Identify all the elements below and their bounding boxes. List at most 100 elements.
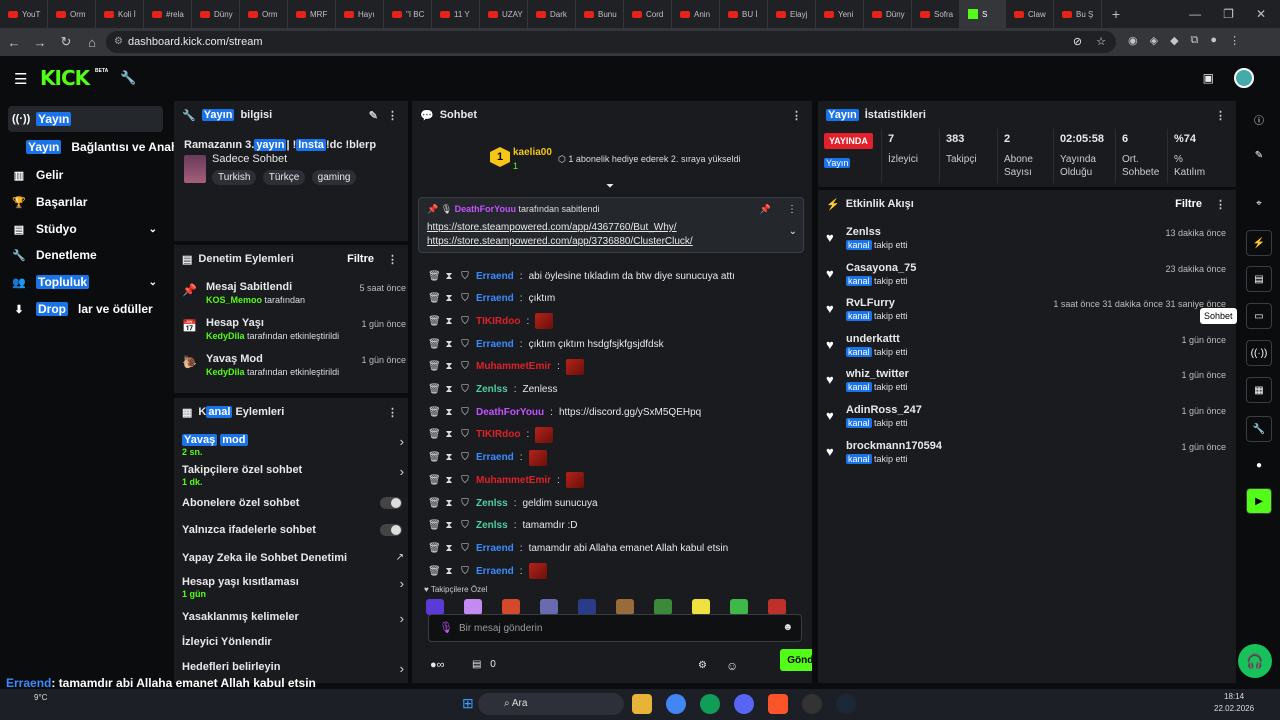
- kick-logo[interactable]: KICK: [40, 66, 90, 90]
- emote[interactable]: [578, 599, 596, 615]
- menu-icon[interactable]: ⋮: [1229, 34, 1240, 47]
- account-age-row[interactable]: Hesap yaşı kısıtlaması 1 gün ›: [182, 576, 404, 600]
- ai-moderation-row[interactable]: Yapay Zeka ile Sohbet Denetimi ↗: [182, 552, 404, 576]
- toggle[interactable]: [380, 497, 402, 509]
- browser-tab[interactable]: UZAY: [480, 0, 528, 28]
- shield-icon[interactable]: ⛉: [460, 429, 470, 440]
- subscribers-only-row[interactable]: Abonelere özel sohbet: [182, 497, 404, 521]
- mod-icon[interactable]: ▦: [1246, 377, 1272, 403]
- more-icon[interactable]: ⋮: [787, 204, 797, 215]
- maximize-icon[interactable]: ❐: [1223, 7, 1234, 21]
- new-tab-button[interactable]: +: [1102, 6, 1130, 22]
- shield-icon[interactable]: ⛉: [460, 316, 470, 327]
- trash-icon[interactable]: 🗑: [428, 339, 441, 350]
- shield-icon[interactable]: ⛉: [460, 520, 470, 531]
- discord-icon[interactable]: [734, 694, 754, 714]
- filter-button[interactable]: Filtre: [347, 253, 374, 265]
- sidebar-item-studio[interactable]: ▤ Stüdyo ⌄: [8, 216, 163, 242]
- sidebar-item-stream[interactable]: ((·)) Yayın: [8, 106, 163, 132]
- trash-icon[interactable]: 🗑: [428, 520, 441, 531]
- hamburger-icon[interactable]: ☰: [14, 70, 27, 88]
- timeout-icon[interactable]: ⧗: [444, 566, 454, 577]
- more-icon[interactable]: ⋮: [387, 109, 398, 122]
- emoji-icon[interactable]: ☻: [782, 622, 793, 633]
- brave-icon[interactable]: [768, 694, 788, 714]
- toggle[interactable]: [380, 524, 402, 536]
- browser-tab[interactable]: Dark: [528, 0, 576, 28]
- emote[interactable]: [768, 599, 786, 615]
- broadcast-icon[interactable]: ((·)): [1246, 340, 1272, 366]
- browser-tab[interactable]: Yeni: [816, 0, 864, 28]
- emote[interactable]: [692, 599, 710, 615]
- chat-input[interactable]: 🎙 Bir mesaj gönderin ☻: [428, 614, 802, 642]
- timeout-icon[interactable]: ⧗: [444, 361, 454, 372]
- banned-words-row[interactable]: Yasaklanmış kelimeler ›: [182, 611, 404, 635]
- taskbar-search[interactable]: ⌕ Ara: [478, 693, 624, 715]
- sidebar-item-community[interactable]: 👥 Topluluk ⌄: [8, 269, 163, 295]
- trash-icon[interactable]: 🗑: [428, 475, 441, 486]
- slow-mode-row[interactable]: Yavaş mod 2 sn. ›: [182, 434, 404, 458]
- trash-icon[interactable]: 🗑: [428, 498, 441, 509]
- timeout-icon[interactable]: ⧗: [444, 384, 454, 395]
- back-icon[interactable]: ←: [2, 35, 26, 50]
- timeout-icon[interactable]: ⧗: [444, 520, 454, 531]
- shield-icon[interactable]: ⛉: [460, 452, 470, 463]
- kick-icon[interactable]: ▶: [1246, 488, 1272, 514]
- chrome-icon[interactable]: [666, 694, 686, 714]
- more-icon[interactable]: ⋮: [387, 253, 398, 266]
- more-icon[interactable]: ⋮: [387, 406, 398, 419]
- browser-tab[interactable]: Düny: [864, 0, 912, 28]
- browser-tab[interactable]: BU İ: [720, 0, 768, 28]
- steam-icon[interactable]: [836, 694, 856, 714]
- timeout-icon[interactable]: ⧗: [444, 475, 454, 486]
- shield-icon[interactable]: ⛉: [460, 384, 470, 395]
- headset-icon[interactable]: 🎧: [1238, 644, 1272, 678]
- shield-icon[interactable]: ⛉: [460, 498, 470, 509]
- browser-tab[interactable]: Elayj: [768, 0, 816, 28]
- chat-icon[interactable]: ▭: [1246, 303, 1272, 329]
- trash-icon[interactable]: 🗑: [428, 566, 441, 577]
- close-icon[interactable]: ✕: [1256, 7, 1266, 21]
- home-icon[interactable]: ⌂: [80, 35, 104, 50]
- sidebar-item-drops[interactable]: ⬇ Drop lar ve ödüller: [8, 296, 163, 322]
- edge-icon[interactable]: [700, 694, 720, 714]
- list-icon[interactable]: ▤: [1246, 266, 1272, 292]
- timeout-icon[interactable]: ⧗: [444, 452, 454, 463]
- chat-bubble-icon[interactable]: ▣: [1203, 71, 1214, 85]
- points-icon[interactable]: ●∞: [430, 659, 445, 671]
- emote[interactable]: [502, 599, 520, 615]
- tag[interactable]: Türkçe: [262, 170, 306, 185]
- emote[interactable]: [540, 599, 558, 615]
- browser-tab-active[interactable]: S: [960, 0, 1006, 28]
- profile-icon[interactable]: ●: [1210, 34, 1217, 47]
- sidebar-item-income[interactable]: ▥ Gelir: [8, 162, 163, 188]
- shield-icon[interactable]: ⛉: [460, 339, 470, 350]
- timeout-icon[interactable]: ⧗: [444, 293, 454, 304]
- timeout-icon[interactable]: ⧗: [444, 498, 454, 509]
- timeout-icon[interactable]: ⧗: [444, 543, 454, 554]
- emote[interactable]: [730, 599, 748, 615]
- bolt-icon[interactable]: ⚡: [1246, 230, 1272, 256]
- trash-icon[interactable]: 🗑: [428, 316, 441, 327]
- extension-icon[interactable]: ◆: [1170, 34, 1178, 47]
- pencil-icon[interactable]: ✎: [1246, 142, 1272, 168]
- trash-icon[interactable]: 🗑: [428, 384, 441, 395]
- bookmark-star-icon[interactable]: ☆: [1096, 35, 1106, 48]
- trash-icon[interactable]: 🗑: [428, 361, 441, 372]
- puzzle-icon[interactable]: ⧉: [1191, 34, 1199, 47]
- info-icon[interactable]: ⓘ: [1246, 106, 1272, 132]
- tag[interactable]: gaming: [311, 170, 357, 185]
- browser-tab[interactable]: Orm: [240, 0, 288, 28]
- browser-tab[interactable]: Sofra: [912, 0, 960, 28]
- followers-only-row[interactable]: Takipçilere özel sohbet 1 dk. ›: [182, 464, 404, 488]
- url-field[interactable]: ⚙ dashboard.kick.com/stream ⊘ ☆: [106, 31, 1116, 53]
- browser-tab[interactable]: Claw: [1006, 0, 1054, 28]
- emote[interactable]: [464, 599, 482, 615]
- shield-icon[interactable]: ⛉: [460, 271, 470, 282]
- trash-icon[interactable]: 🗑: [428, 429, 441, 440]
- shield-icon[interactable]: ⛉: [460, 361, 470, 372]
- browser-tab[interactable]: #rela: [144, 0, 192, 28]
- sidebar-item-achievements[interactable]: 🏆 Başarılar: [8, 189, 163, 215]
- timeout-icon[interactable]: ⧗: [444, 429, 454, 440]
- trash-icon[interactable]: 🗑: [428, 271, 441, 282]
